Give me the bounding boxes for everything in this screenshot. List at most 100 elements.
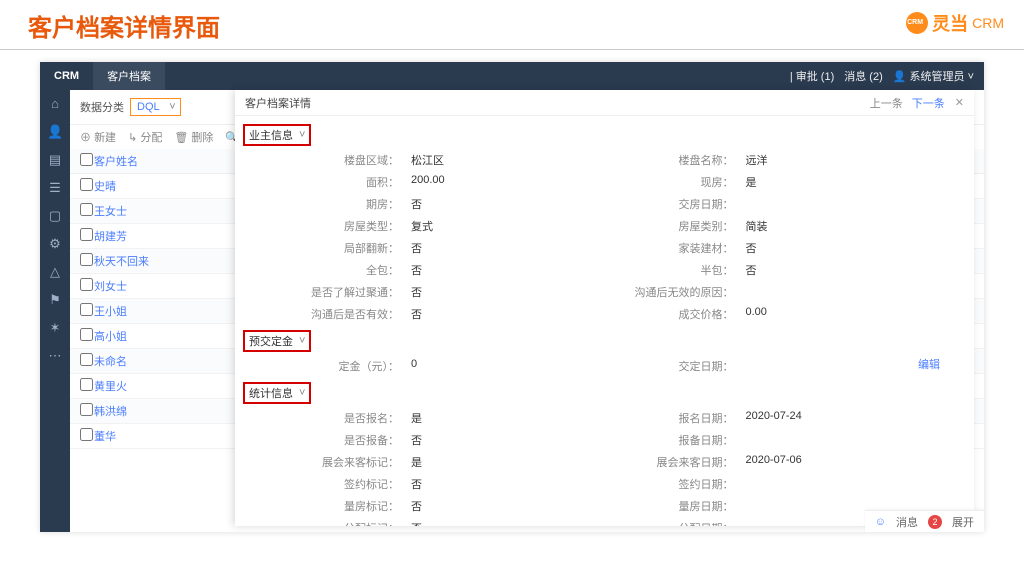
slide-title: 客户档案详情界面: [0, 0, 1024, 49]
field-label: 沟通后是否有效：: [297, 306, 407, 322]
field-value: [746, 432, 963, 448]
field-label: 楼盘名称：: [632, 152, 742, 168]
close-icon[interactable]: ✕: [955, 96, 964, 109]
status-msg-icon[interactable]: ☺: [875, 516, 886, 528]
topbar-approve[interactable]: | 审批 (1): [790, 68, 834, 84]
app-logo[interactable]: CRM: [40, 70, 93, 82]
field-value: 2020-07-06: [746, 454, 963, 470]
sidebar: ⌂ 👤 ▤ ☰ ▢ ⚙ △ ⚑ ✶ ⋯: [40, 90, 70, 532]
field-label: 楼盘区域：: [297, 152, 407, 168]
chevron-down-icon: ˅: [299, 129, 305, 141]
field-value: 否: [411, 306, 628, 322]
field-label: 成交价格：: [632, 306, 742, 322]
field-label: 家装建材：: [632, 240, 742, 256]
brand-icon: [906, 12, 928, 34]
detail-modal: 客户档案详情 上一条 下一条 ✕ 业主信息˅楼盘区域：松江区楼盘名称：远洋面积：…: [235, 90, 974, 526]
tab-customer-archive[interactable]: 客户档案: [93, 62, 165, 90]
field-label: 量房标记：: [297, 498, 407, 514]
field-label: 签约日期：: [632, 476, 742, 492]
lock-icon[interactable]: △: [47, 264, 63, 280]
field-label: 现房：: [632, 174, 742, 190]
row-checkbox[interactable]: [80, 403, 93, 416]
brand-logo: 灵当CRM: [906, 10, 1004, 36]
modal-title: 客户档案详情: [245, 95, 870, 111]
status-count: 2: [928, 515, 942, 529]
field-label: 分配日期：: [632, 520, 742, 526]
field-value: 否: [411, 520, 628, 526]
field-value: [746, 476, 963, 492]
row-checkbox[interactable]: [80, 253, 93, 266]
edit-link[interactable]: 编辑: [918, 356, 940, 372]
prev-link[interactable]: 上一条: [870, 98, 903, 110]
field-value: 否: [411, 432, 628, 448]
next-link[interactable]: 下一条: [912, 98, 945, 110]
field-label: 全包：: [297, 262, 407, 278]
field-label: 是否报名：: [297, 410, 407, 426]
topbar-messages[interactable]: 消息 (2): [844, 68, 883, 84]
row-checkbox[interactable]: [80, 428, 93, 441]
brand-name: 灵当: [932, 10, 968, 36]
checkbox-all[interactable]: [80, 153, 93, 166]
box-icon[interactable]: ▢: [47, 208, 63, 224]
flag-icon[interactable]: ⚑: [47, 292, 63, 308]
home-icon[interactable]: ⌂: [47, 96, 63, 112]
field-value: 松江区: [411, 152, 628, 168]
section-header[interactable]: 业主信息˅: [243, 124, 311, 146]
row-checkbox[interactable]: [80, 203, 93, 216]
list-icon[interactable]: ▤: [47, 152, 63, 168]
field-value: 是: [746, 174, 963, 190]
status-msg[interactable]: 消息: [896, 514, 918, 530]
row-checkbox[interactable]: [80, 353, 93, 366]
row-checkbox[interactable]: [80, 178, 93, 191]
field-value: 0: [411, 358, 628, 374]
chevron-down-icon: ˅: [299, 335, 305, 347]
topbar-user[interactable]: 👤 系统管理员 ˅: [893, 68, 974, 84]
field-value: 简装: [746, 218, 963, 234]
field-value: 否: [411, 284, 628, 300]
btn-assign[interactable]: ↳ 分配: [128, 129, 162, 145]
field-value: 否: [746, 240, 963, 256]
field-label: 报名日期：: [632, 410, 742, 426]
gear-icon[interactable]: ⋯: [47, 348, 63, 364]
field-value: 否: [411, 262, 628, 278]
field-label: 量房日期：: [632, 498, 742, 514]
row-checkbox[interactable]: [80, 328, 93, 341]
field-value: [746, 196, 963, 212]
star-icon[interactable]: ✶: [47, 320, 63, 336]
row-checkbox[interactable]: [80, 228, 93, 241]
section-header[interactable]: 预交定金˅: [243, 330, 311, 352]
field-value: 复式: [411, 218, 628, 234]
field-label: 期房：: [297, 196, 407, 212]
field-value: 否: [411, 196, 628, 212]
filter-select[interactable]: DQL ˅: [130, 98, 181, 116]
shield-icon[interactable]: ⚙: [47, 236, 63, 252]
modal-pager: 上一条 下一条: [870, 95, 945, 111]
doc-icon[interactable]: ☰: [47, 180, 63, 196]
field-value: 0.00: [746, 306, 963, 322]
field-label: 交房日期：: [632, 196, 742, 212]
status-bar: ☺ 消息 2 展开: [865, 510, 984, 532]
field-value: [746, 284, 963, 300]
btn-new[interactable]: ⊕ 新建: [80, 129, 116, 145]
field-value: 否: [411, 240, 628, 256]
field-value: 否: [746, 262, 963, 278]
field-label: 房屋类别：: [632, 218, 742, 234]
field-value: 是: [411, 454, 628, 470]
field-label: 定金（元）：: [297, 358, 407, 374]
field-value: 是: [411, 410, 628, 426]
field-label: 展会来客标记：: [297, 454, 407, 470]
row-checkbox[interactable]: [80, 278, 93, 291]
field-label: 交定日期：: [632, 358, 742, 374]
row-checkbox[interactable]: [80, 378, 93, 391]
status-expand[interactable]: 展开: [952, 514, 974, 530]
users-icon[interactable]: 👤: [47, 124, 63, 140]
app-frame: CRM 客户档案 | 审批 (1) 消息 (2) 👤 系统管理员 ˅ ⌂ 👤 ▤…: [40, 62, 984, 532]
field-value: 远洋: [746, 152, 963, 168]
section-header[interactable]: 统计信息˅: [243, 382, 311, 404]
field-value: 否: [411, 498, 628, 514]
row-checkbox[interactable]: [80, 303, 93, 316]
field-label: 局部翻新：: [297, 240, 407, 256]
field-label: 展会来客日期：: [632, 454, 742, 470]
field-label: 是否报备：: [297, 432, 407, 448]
btn-delete[interactable]: 🗑 删除: [174, 129, 213, 145]
